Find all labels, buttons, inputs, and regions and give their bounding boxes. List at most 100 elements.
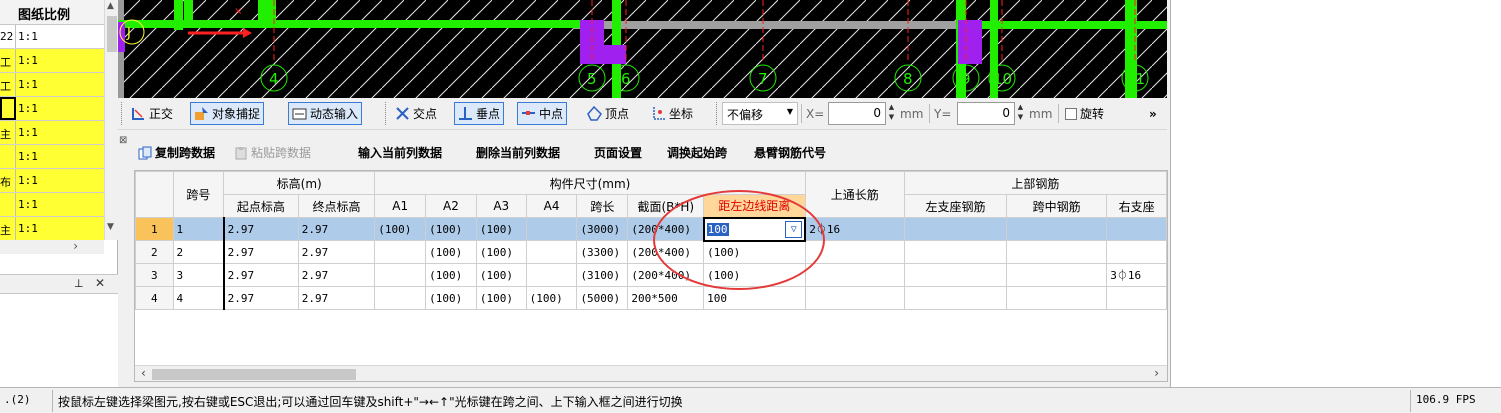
scroll-right-icon[interactable]: › xyxy=(73,239,78,253)
right-support-cell[interactable]: 3⏀16 xyxy=(1106,263,1167,287)
start-elevation-cell[interactable]: 2.97 xyxy=(222,217,299,241)
rotate-checkbox[interactable]: 旋转 xyxy=(1062,102,1107,125)
list-item[interactable]: 1:1 xyxy=(0,145,104,169)
list-item[interactable]: 布 1:1 xyxy=(0,169,104,193)
edge-distance-editor[interactable]: 100 ▽ xyxy=(702,216,807,242)
cad-canvas[interactable]: × J 4 5 6 7 8 9 10 11 xyxy=(118,0,1167,98)
a3-cell[interactable]: (100) xyxy=(475,286,527,310)
a2-cell[interactable]: (100) xyxy=(425,217,477,241)
row-number[interactable]: 2 xyxy=(135,240,174,264)
list-item[interactable]: 工 1:1 xyxy=(0,49,104,73)
a3-cell[interactable]: (100) xyxy=(475,263,527,287)
list-item[interactable]: 工 1:1 xyxy=(0,73,104,97)
end-elevation-header[interactable]: 终点标高 xyxy=(297,194,376,218)
end-elevation-cell[interactable]: 2.97 xyxy=(297,217,376,241)
y-spinner[interactable]: ▲ ▼ xyxy=(1016,102,1025,125)
coordinate-button[interactable]: 坐标 xyxy=(648,102,696,125)
scale-column-header[interactable]: 图纸比例 xyxy=(0,0,104,25)
span-cell[interactable]: 3 xyxy=(172,263,225,287)
right-support-cell[interactable] xyxy=(1106,217,1167,241)
end-elevation-cell[interactable]: 2.97 xyxy=(297,263,376,287)
close-icon[interactable]: ✕ xyxy=(95,276,105,290)
list-item[interactable]: 主 1:1 xyxy=(0,217,104,240)
span-length-cell[interactable]: (5000) xyxy=(576,286,629,310)
row-number[interactable]: 4 xyxy=(135,286,174,310)
table-row[interactable]: 3 3 2.97 2.97 (100) (100) (3100) (200*40… xyxy=(135,263,1167,287)
edge-distance-cell[interactable]: 100 xyxy=(703,286,806,310)
chevron-down-icon[interactable]: ▽ xyxy=(785,220,803,238)
mid-span-header[interactable]: 跨中钢筋 xyxy=(1006,194,1108,218)
left-support-header[interactable]: 左支座钢筋 xyxy=(903,194,1008,218)
scrollbar-thumb[interactable] xyxy=(107,16,117,52)
delete-column-button[interactable]: 删除当前列数据 xyxy=(476,144,560,161)
paste-span-button[interactable]: 粘贴跨数据 xyxy=(234,144,311,161)
start-elevation-cell[interactable]: 2.97 xyxy=(222,263,299,287)
left-support-cell[interactable] xyxy=(903,263,1008,287)
a1-header[interactable]: A1 xyxy=(374,194,427,218)
span-length-cell[interactable]: (3000) xyxy=(576,217,629,241)
intersection-button[interactable]: 交点 xyxy=(392,102,440,125)
mid-span-cell[interactable] xyxy=(1006,263,1108,287)
toolbar-grip[interactable] xyxy=(385,102,388,125)
x-coordinate-input[interactable]: 0 xyxy=(828,102,886,125)
section-cell[interactable]: 200*500 xyxy=(627,286,705,310)
section-cell[interactable]: (200*400) xyxy=(627,263,705,287)
left-support-cell[interactable] xyxy=(903,286,1008,310)
a4-cell[interactable] xyxy=(525,240,578,264)
x-spinner[interactable]: ▲ ▼ xyxy=(887,102,896,125)
start-elevation-header[interactable]: 起点标高 xyxy=(223,194,299,218)
a2-cell[interactable]: (100) xyxy=(425,240,477,264)
edge-distance-input[interactable]: 100 xyxy=(706,222,729,236)
a4-header[interactable]: A4 xyxy=(525,194,578,218)
row-number[interactable]: 3 xyxy=(135,263,174,287)
a1-cell[interactable] xyxy=(374,240,427,264)
scroll-down-icon[interactable]: ▼ xyxy=(107,222,114,232)
table-row[interactable]: 2 2 2.97 2.97 (100) (100) (3300) (200*40… xyxy=(135,240,1167,264)
span-length-cell[interactable]: (3100) xyxy=(576,263,629,287)
list-item-selected[interactable]: 1:1 xyxy=(0,97,104,121)
table-row[interactable]: 1 1 2.97 2.97 (100) (100) (100) (3000) (… xyxy=(135,216,1167,242)
dynamic-input-button[interactable]: 动态输入 xyxy=(288,102,363,125)
a4-cell[interactable] xyxy=(525,263,578,287)
copy-span-button[interactable]: 复制跨数据 xyxy=(138,144,215,161)
section-cell[interactable]: (200*400) xyxy=(627,240,705,264)
grid-horizontal-scrollbar[interactable]: ‹ › xyxy=(135,365,1167,381)
horizontal-scrollbar[interactable]: › xyxy=(0,239,104,254)
y-coordinate-input[interactable]: 0 xyxy=(957,102,1015,125)
top-long-rebar-cell[interactable]: 2⏀16 xyxy=(804,217,905,241)
cantilever-code-button[interactable]: 悬臂钢筋代号 xyxy=(754,144,826,161)
a4-cell[interactable]: (100) xyxy=(525,286,578,310)
top-long-rebar-header[interactable]: 上通长筋 xyxy=(804,171,905,218)
pin-icon[interactable]: ⊥ xyxy=(74,277,84,290)
scroll-left-icon[interactable]: ‹ xyxy=(141,366,146,380)
list-item[interactable]: 1:1 xyxy=(0,193,104,217)
cad-drawing-view[interactable]: × J 4 5 6 7 8 9 10 11 xyxy=(118,0,1167,98)
table-row[interactable]: 4 4 2.97 2.97 (100) (100) (100) (5000) 2… xyxy=(135,286,1167,310)
a1-cell[interactable] xyxy=(374,286,427,310)
offset-mode-select[interactable]: 不偏移 ▼ xyxy=(722,102,798,125)
a1-cell[interactable]: (100) xyxy=(374,217,427,241)
edge-distance-cell[interactable]: (100) xyxy=(703,263,806,287)
scroll-right-icon[interactable]: › xyxy=(1154,366,1159,380)
a3-cell[interactable]: (100) xyxy=(475,240,527,264)
a3-header[interactable]: A3 xyxy=(475,194,527,218)
right-support-cell[interactable] xyxy=(1106,286,1167,310)
perpendicular-button[interactable]: 垂点 xyxy=(454,102,505,125)
end-elevation-cell[interactable]: 2.97 xyxy=(297,286,376,310)
a3-cell[interactable]: (100) xyxy=(475,217,527,241)
mid-span-cell[interactable] xyxy=(1006,240,1108,264)
input-column-button[interactable]: 输入当前列数据 xyxy=(358,144,442,161)
left-support-cell[interactable] xyxy=(903,217,1008,241)
vertical-scrollbar[interactable]: ▲ ▼ xyxy=(104,0,118,240)
span-length-header[interactable]: 跨长 xyxy=(576,194,629,218)
edge-distance-cell[interactable]: (100) xyxy=(703,240,806,264)
a2-header[interactable]: A2 xyxy=(425,194,477,218)
midpoint-button[interactable]: 中点 xyxy=(517,102,568,125)
span-cell[interactable]: 2 xyxy=(172,240,225,264)
span-cell[interactable]: 1 xyxy=(172,217,225,241)
top-long-rebar-cell[interactable] xyxy=(804,286,905,310)
section-cell[interactable]: (200*400) xyxy=(627,217,705,241)
mid-span-cell[interactable] xyxy=(1006,286,1108,310)
left-support-cell[interactable] xyxy=(903,240,1008,264)
end-elevation-cell[interactable]: 2.97 xyxy=(297,240,376,264)
